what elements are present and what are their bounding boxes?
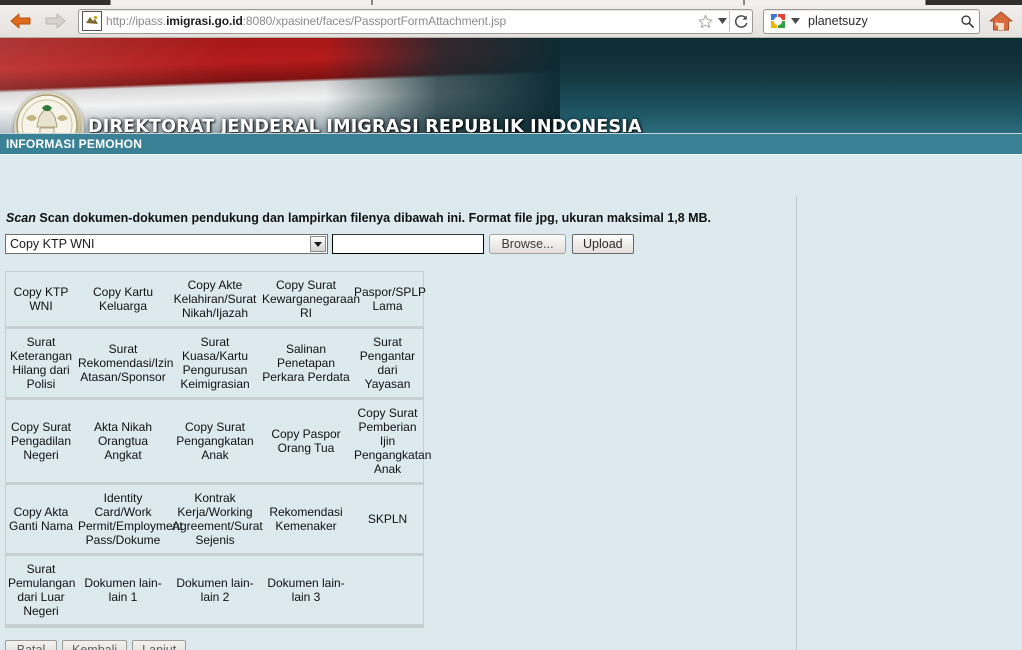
doc-type-cell[interactable]: Copy Surat Pemberian Ijin Pengangkatan A… — [352, 398, 431, 485]
doc-type-cell[interactable]: Surat Pemulangan dari Luar Negeri — [6, 554, 76, 627]
section-title: INFORMASI PEMOHON — [6, 137, 143, 151]
google-icon[interactable] — [768, 13, 788, 29]
doc-type-cell[interactable]: Dokumen lain-lain 1 — [76, 554, 170, 627]
bookmark-dropdown-button[interactable] — [715, 11, 729, 32]
doc-type-cell[interactable]: Copy Kartu Keluarga — [76, 272, 170, 329]
back-button[interactable]: Kembali — [62, 640, 128, 650]
document-type-table: Copy KTP WNI Copy Kartu Keluarga Copy Ak… — [5, 271, 431, 628]
home-icon — [989, 11, 1013, 31]
table-row: Surat Pemulangan dari Luar Negeri Dokume… — [6, 554, 423, 627]
page-body: IMIGRASI DIREKTORAT JENDERAL IMIGRASI RE… — [0, 38, 1022, 650]
cancel-button[interactable]: Batal — [5, 640, 57, 650]
doc-type-cell[interactable]: Identity Card/Work Permit/Employment Pas… — [76, 483, 183, 556]
doc-type-cell[interactable]: Surat Rekomendasi/Izin Atasan/Sponsor — [76, 327, 173, 400]
scan-instruction: Scan Scan dokumen-dokumen pendukung dan … — [0, 196, 796, 225]
address-bar[interactable]: http://ipass.imigrasi.go.id:8080/xpasine… — [78, 8, 753, 34]
chevron-down-icon — [717, 18, 727, 24]
doc-type-cell[interactable]: Paspor/SPLP Lama — [352, 272, 426, 329]
reload-icon — [734, 14, 747, 28]
banner-title: DIREKTORAT JENDERAL IMIGRASI REPUBLIK IN… — [88, 117, 642, 134]
doc-type-cell[interactable]: Copy Akte Kelahiran/Surat Nikah/Ijazah — [170, 272, 260, 329]
doc-type-cell[interactable]: Copy Surat Pengadilan Negeri — [6, 398, 76, 485]
bookmark-button[interactable] — [695, 11, 715, 32]
scan-instruction-text: Scan dokumen-dokumen pendukung dan lampi… — [39, 211, 712, 225]
browser-toolbar: http://ipass.imigrasi.go.id:8080/xpasine… — [0, 5, 1022, 37]
forward-button[interactable] — [40, 8, 70, 34]
forward-arrow-icon — [45, 13, 66, 29]
site-banner: IMIGRASI DIREKTORAT JENDERAL IMIGRASI RE… — [0, 38, 1022, 134]
doc-type-cell[interactable]: Kontrak Kerja/Working Agreement/Surat Se… — [170, 483, 263, 556]
file-path-input[interactable] — [332, 234, 484, 254]
doc-type-cell[interactable]: Surat Keterangan Hilang dari Polisi — [6, 327, 76, 400]
doc-type-cell[interactable]: Copy KTP WNI — [6, 272, 76, 329]
site-favicon-icon — [82, 11, 102, 31]
doc-type-cell[interactable]: Dokumen lain-lain 3 — [260, 554, 352, 627]
upload-button[interactable]: Upload — [572, 234, 634, 254]
doc-type-cell[interactable]: Akta Nikah Orangtua Angkat — [76, 398, 170, 485]
doc-type-cell[interactable] — [352, 554, 423, 627]
doc-type-cell[interactable]: Surat Pengantar dari Yayasan — [352, 327, 423, 400]
table-row: Surat Keterangan Hilang dari Polisi Sura… — [6, 327, 423, 400]
upload-controls-row: Copy KTP WNI Browse... Upload — [0, 225, 796, 254]
browser-chrome: http://ipass.imigrasi.go.id:8080/xpasine… — [0, 0, 1022, 38]
table-row: Copy Surat Pengadilan Negeri Akta Nikah … — [6, 398, 431, 485]
star-icon — [698, 14, 712, 28]
browse-button[interactable]: Browse... — [489, 234, 566, 254]
scan-instruction-lead: Scan — [6, 211, 36, 225]
address-bar-url: http://ipass.imigrasi.go.id:8080/xpasine… — [106, 14, 507, 28]
search-bar[interactable]: planetsuzy — [763, 8, 980, 34]
back-button[interactable] — [6, 8, 36, 34]
back-arrow-icon — [10, 13, 31, 29]
chevron-down-icon — [790, 18, 800, 24]
doc-type-cell[interactable]: Rekomendasi Kemenaker — [260, 483, 352, 556]
table-row: Copy KTP WNI Copy Kartu Keluarga Copy Ak… — [6, 272, 426, 329]
next-button[interactable]: Lanjut — [132, 640, 187, 650]
form-action-buttons: Batal Kembali Lanjut — [0, 628, 796, 650]
content-panel: Scan Scan dokumen-dokumen pendukung dan … — [0, 196, 797, 650]
magnifier-icon — [960, 14, 974, 28]
table-row: Copy Akta Ganti Nama Identity Card/Work … — [6, 483, 423, 556]
document-type-select-value: Copy KTP WNI — [10, 237, 95, 251]
doc-type-cell[interactable]: Copy Paspor Orang Tua — [260, 398, 352, 485]
doc-type-cell[interactable]: SKPLN — [352, 483, 423, 556]
doc-type-cell[interactable]: Surat Kuasa/Kartu Pengurusan Keimigrasia… — [170, 327, 260, 400]
search-engine-dropdown-button[interactable] — [788, 11, 802, 32]
document-type-select[interactable]: Copy KTP WNI — [5, 234, 328, 254]
doc-type-cell[interactable]: Dokumen lain-lain 2 — [170, 554, 260, 627]
dropdown-arrow-icon[interactable] — [310, 236, 326, 252]
search-submit-button[interactable] — [955, 14, 979, 29]
reload-button[interactable] — [729, 10, 752, 32]
search-input[interactable]: planetsuzy — [802, 14, 955, 28]
doc-type-cell[interactable]: Copy Surat Kewarganegaraan RI — [260, 272, 360, 329]
doc-type-cell[interactable]: Copy Akta Ganti Nama — [6, 483, 76, 556]
home-button[interactable] — [986, 8, 1016, 34]
section-header-bar: INFORMASI PEMOHON — [0, 134, 1022, 155]
doc-type-cell[interactable]: Copy Surat Pengangkatan Anak — [170, 398, 260, 485]
doc-type-cell[interactable]: Salinan Penetapan Perkara Perdata — [260, 327, 352, 400]
